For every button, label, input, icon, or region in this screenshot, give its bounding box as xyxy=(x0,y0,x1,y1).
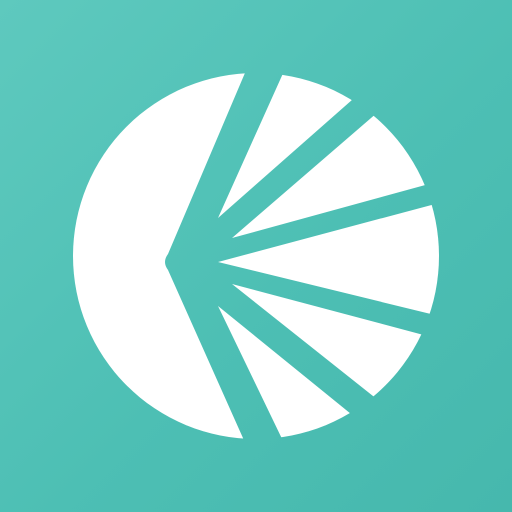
fan-circle-logo-icon xyxy=(73,73,439,439)
logo-blade-3 xyxy=(218,192,439,326)
app-icon-background xyxy=(0,0,512,512)
logo-left-body xyxy=(73,73,276,439)
